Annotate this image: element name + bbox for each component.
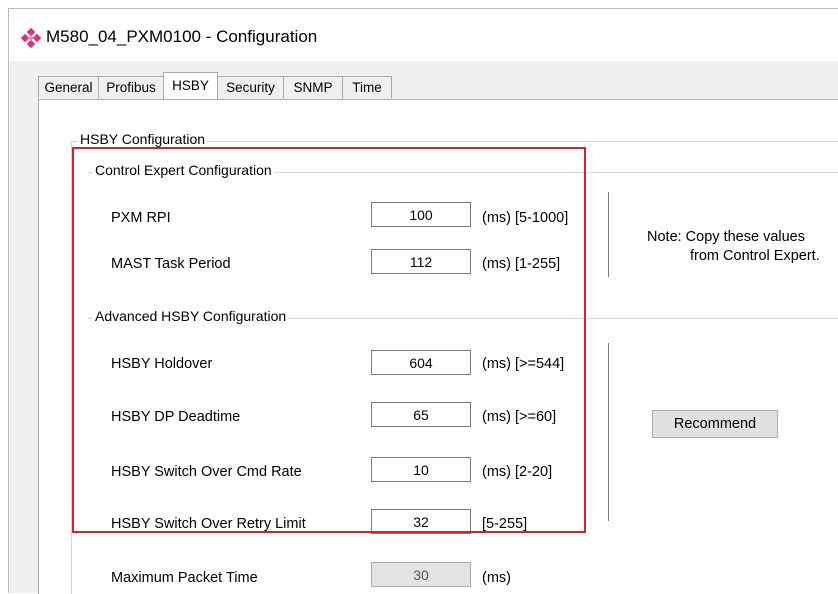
hsby-dp-deadtime-unit: (ms) [>=60] [482, 409, 557, 425]
configuration-window: M580_04_PXM0100 - Configuration General … [8, 8, 838, 594]
mast-task-period-input[interactable] [371, 249, 471, 274]
mast-task-period-unit: (ms) [1-255] [482, 256, 561, 272]
note-line-1: Note: Copy these values [647, 229, 805, 245]
hsby-group-border-left [71, 141, 72, 594]
hsby-holdover-unit: (ms) [>=544] [482, 356, 565, 372]
hsby-switch-retry-limit-unit: [5-255] [482, 516, 528, 532]
hsby-holdover-input[interactable] [371, 350, 471, 375]
advanced-group-title: Advanced HSBY Configuration [93, 308, 289, 324]
hsby-dp-deadtime-input[interactable] [371, 402, 471, 427]
hsby-switch-cmd-rate-label: HSBY Switch Over Cmd Rate [111, 464, 302, 480]
tab-snmp[interactable]: SNMP [283, 76, 343, 98]
note-line-2: from Control Expert. [690, 248, 820, 264]
hsby-holdover-label: HSBY Holdover [111, 356, 213, 372]
tab-hsby[interactable]: HSBY [163, 72, 218, 99]
pxm-rpi-label: PXM RPI [111, 210, 171, 226]
hsby-group-title: HSBY Configuration [78, 131, 208, 147]
control-expert-group-title: Control Expert Configuration [93, 162, 274, 178]
hsby-switch-retry-limit-input[interactable] [371, 509, 471, 534]
mast-task-period-label: MAST Task Period [111, 256, 231, 272]
max-packet-time-unit: (ms) [482, 570, 511, 586]
tab-general[interactable]: General [38, 76, 99, 98]
recommend-separator [608, 343, 609, 521]
title-bar[interactable]: M580_04_PXM0100 - Configuration [9, 9, 838, 61]
window-title: M580_04_PXM0100 - Configuration [46, 27, 318, 46]
tab-security[interactable]: Security [217, 76, 284, 98]
hsby-dp-deadtime-label: HSBY DP Deadtime [111, 409, 241, 425]
pxm-rpi-unit: (ms) [5-1000] [482, 210, 569, 226]
note-separator [608, 192, 609, 277]
recommend-button[interactable]: Recommend [652, 410, 778, 438]
hsby-tab-panel: HSBY Configuration Control Expert Config… [38, 99, 838, 594]
hsby-switch-cmd-rate-input[interactable] [371, 457, 471, 482]
tab-profibus[interactable]: Profibus [98, 76, 164, 98]
hsby-switch-retry-limit-label: HSBY Switch Over Retry Limit [111, 516, 306, 532]
tab-time[interactable]: Time [342, 76, 392, 98]
hsby-switch-cmd-rate-unit: (ms) [2-20] [482, 464, 553, 480]
app-logo-icon [21, 28, 41, 48]
max-packet-time-input [371, 562, 471, 587]
max-packet-time-label: Maximum Packet Time [111, 570, 258, 586]
pxm-rpi-input[interactable] [371, 202, 471, 227]
